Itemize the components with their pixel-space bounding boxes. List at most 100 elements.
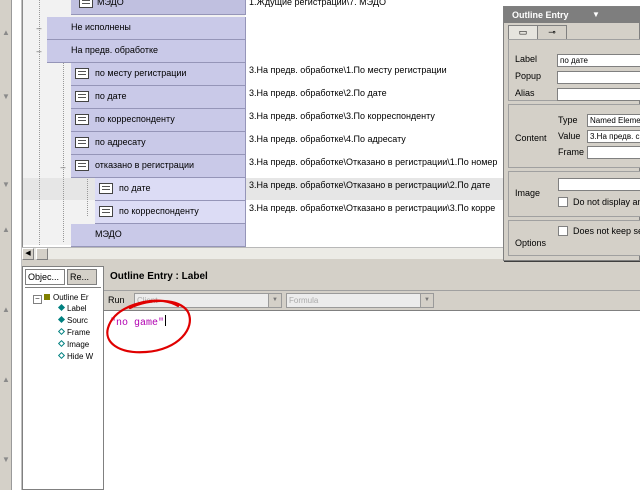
entry-icon: [75, 114, 89, 125]
not-display-label: Do not display an: [573, 197, 640, 207]
tree-item-text: Image: [67, 340, 90, 349]
tree-item-frame[interactable]: Frame: [57, 327, 91, 338]
outline-icon: [44, 294, 50, 300]
down-arrow-icon[interactable]: ▼: [1, 92, 11, 101]
client-select-value: Client: [137, 296, 158, 305]
tree-item-text: Frame: [67, 328, 91, 337]
up-arrow-icon[interactable]: ▲: [1, 28, 11, 37]
options-section: Options Does not keep se: [508, 220, 640, 256]
not-display-checkbox[interactable]: [558, 197, 568, 207]
value-input[interactable]: 3.На предв. с: [587, 130, 640, 143]
event-empty-icon: [57, 339, 66, 348]
chevron-down-icon[interactable]: ▼: [420, 294, 433, 307]
tree-item-text: Sourc: [67, 316, 88, 325]
entry-icon: [99, 183, 113, 194]
outline-entry[interactable]: по месту регистрации: [71, 63, 246, 86]
formula-editor[interactable]: "no game": [104, 310, 640, 490]
chevron-down-icon[interactable]: ▼: [268, 294, 281, 307]
tab-reference[interactable]: Re...: [67, 269, 97, 285]
formula-text[interactable]: "no game": [110, 315, 167, 329]
gutter-spacer: [12, 0, 22, 490]
tree-line: [39, 0, 41, 245]
content-label: Content: [515, 133, 547, 143]
collapse-toggle[interactable]: –: [59, 163, 67, 172]
label-input[interactable]: по дате: [557, 54, 640, 67]
tree-item-label[interactable]: Label: [57, 303, 87, 314]
up-arrow-icon[interactable]: ▲: [1, 375, 11, 384]
entry-label: На предв. обработке: [71, 45, 159, 55]
event-empty-icon: [57, 327, 66, 336]
entry-path: 3.На предв. обработке\4.По адресату: [249, 134, 406, 144]
frame-input[interactable]: [587, 146, 640, 159]
type-label: Type: [558, 115, 578, 125]
scroll-left-icon[interactable]: ◀: [22, 248, 34, 260]
collapse-toggle[interactable]: –: [35, 47, 43, 56]
tree-item-source[interactable]: Sourc: [57, 315, 88, 326]
outline-entry[interactable]: по адресату: [71, 132, 246, 155]
tree-root-label: Outline Er: [53, 293, 89, 302]
options-label: Options: [515, 238, 547, 248]
entry-icon: [99, 206, 113, 217]
entry-icon: [75, 137, 89, 148]
outline-entry[interactable]: по корреспонденту: [95, 201, 246, 224]
outline-entry[interactable]: МЭДО: [71, 224, 246, 247]
event-filled-icon: [57, 315, 66, 324]
image-label: Image: [515, 188, 541, 198]
entry-icon: [75, 160, 89, 171]
entry-icon: [75, 91, 89, 102]
entry-label: по дате: [95, 91, 127, 101]
client-select[interactable]: Client ▼: [134, 293, 282, 308]
tab-advanced[interactable]: ⊸: [537, 25, 567, 40]
up-arrow-icon[interactable]: ▲: [1, 305, 11, 314]
properties-title: Outline Entry ▼: [504, 7, 640, 23]
outline-entry[interactable]: Не исполнены: [47, 17, 246, 40]
image-input[interactable]: [558, 178, 640, 191]
event-filled-icon: [57, 303, 66, 312]
outline-entry[interactable]: по корреспонденту: [71, 109, 246, 132]
collapse-icon[interactable]: –: [33, 295, 42, 304]
left-gutter: ▲ ▼ ▼ ▲ ▲ ▲ ▼: [0, 0, 12, 490]
outline-entry-selected[interactable]: по дате: [95, 178, 246, 201]
entry-label: МЭДО: [97, 0, 124, 7]
down-arrow-icon[interactable]: ▼: [1, 455, 11, 464]
outline-entry[interactable]: МЭДО: [71, 0, 246, 15]
tree-item-hide-when[interactable]: Hide W: [57, 351, 93, 362]
tab-basics[interactable]: ▭: [508, 25, 538, 40]
outline-entry[interactable]: На предв. обработке: [47, 40, 246, 63]
chevron-down-icon[interactable]: ▼: [592, 7, 600, 23]
entry-label: Не исполнены: [71, 22, 131, 32]
entry-icon: [79, 0, 93, 8]
entry-path: 3.На предв. обработке\2.По дате: [249, 88, 387, 98]
entry-label: по месту регистрации: [95, 68, 187, 78]
tree-item-text: Label: [67, 304, 87, 313]
tab-objects[interactable]: Objec...: [25, 269, 65, 285]
up-arrow-icon[interactable]: ▲: [1, 225, 11, 234]
alias-input[interactable]: [557, 88, 640, 101]
objects-panel: Objec... Re... – Outline Er Label Sourc F…: [22, 266, 104, 490]
label-section: Label по дате Popup Alias: [508, 39, 640, 101]
type-select[interactable]: Named Eleme: [587, 114, 640, 127]
entry-path: 3.На предв. обработке\3.По корреспондент…: [249, 111, 435, 121]
value-label: Value: [558, 131, 581, 141]
scroll-thumb[interactable]: [36, 248, 48, 260]
tree-item-image[interactable]: Image: [57, 339, 90, 350]
outline-entry[interactable]: отказано в регистрации: [71, 155, 246, 178]
not-keep-checkbox[interactable]: [558, 226, 568, 236]
expand-toggle[interactable]: –: [35, 24, 43, 33]
popup-input[interactable]: [557, 71, 640, 84]
popup-field-label: Popup: [515, 71, 542, 81]
outline-entry[interactable]: по дате: [71, 86, 246, 109]
entry-path: 3.На предв. обработке\Отказано в регистр…: [249, 157, 498, 167]
properties-title-text: Outline Entry: [512, 10, 569, 20]
entry-icon: [75, 68, 89, 79]
language-select-value: Formula: [289, 296, 319, 305]
entry-label: по адресату: [95, 137, 146, 147]
down-arrow-icon[interactable]: ▼: [1, 180, 11, 189]
entry-label: МЭДО: [95, 229, 122, 239]
objects-tree: – Outline Er Label Sourc Frame Image Hide…: [25, 287, 101, 488]
pushpin-icon: ⊸: [548, 27, 556, 37]
language-select[interactable]: Formula ▼: [286, 293, 434, 308]
properties-panel: Outline Entry ▼ ▭ ⊸ Label по дате Popup …: [503, 6, 640, 261]
frame-label: Frame: [558, 147, 585, 157]
horizontal-scrollbar[interactable]: ◀: [22, 247, 504, 260]
